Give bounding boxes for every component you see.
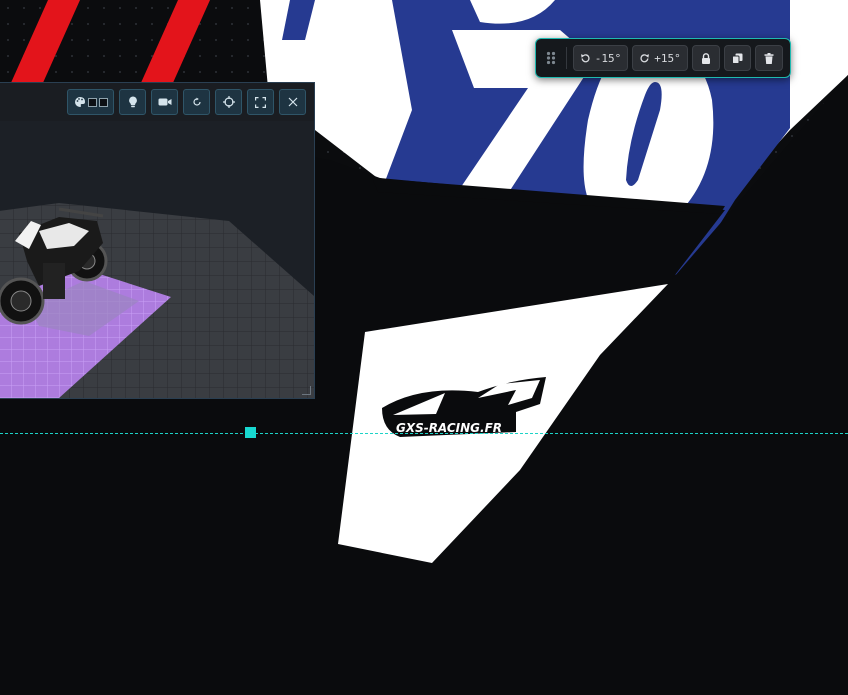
fullscreen-button[interactable] [247, 89, 274, 115]
lock-button[interactable] [691, 45, 720, 71]
palette-button[interactable] [67, 89, 114, 115]
3d-scene [0, 121, 314, 398]
rotate-left-button[interactable]: -15° [572, 45, 629, 71]
drag-handle[interactable] [542, 45, 560, 71]
grip-dots-icon [546, 51, 556, 65]
rotate-cw-icon [640, 53, 650, 62]
expand-icon [255, 96, 266, 108]
lightbulb-icon [128, 96, 137, 108]
object-toolbar: -15° +15° [535, 38, 791, 78]
3d-preview-panel[interactable] [0, 82, 315, 399]
guide-handle[interactable] [245, 427, 256, 438]
toolbar-divider [565, 47, 567, 69]
crosshair-icon [222, 96, 235, 108]
close-preview-button[interactable] [279, 89, 306, 115]
lighting-button[interactable] [119, 89, 146, 115]
alignment-guide [0, 433, 848, 434]
red-stripe [140, 0, 210, 85]
red-stripe [10, 0, 80, 85]
resize-handle[interactable] [302, 386, 311, 395]
close-icon [288, 97, 297, 107]
swatch-dark [87, 97, 97, 107]
rotate-ccw-icon [580, 53, 590, 62]
video-camera-icon [158, 98, 171, 106]
swatch-dark-alt [98, 97, 108, 107]
rotate-right-button[interactable]: +15° [632, 45, 688, 71]
delete-button[interactable] [755, 45, 783, 71]
lock-icon [701, 52, 710, 64]
trash-icon [764, 52, 774, 64]
reset-view-button[interactable] [183, 89, 210, 115]
palette-icon [74, 96, 86, 108]
rotate-left-label: -15° [594, 51, 622, 65]
camera-button[interactable] [151, 89, 178, 115]
3d-viewport[interactable] [0, 121, 314, 398]
copy-icon [731, 53, 743, 64]
center-view-button[interactable] [215, 89, 242, 115]
rotate-right-label: +15° [654, 51, 681, 65]
refresh-icon [192, 97, 201, 106]
duplicate-button[interactable] [723, 45, 752, 71]
preview-header[interactable] [0, 83, 314, 122]
